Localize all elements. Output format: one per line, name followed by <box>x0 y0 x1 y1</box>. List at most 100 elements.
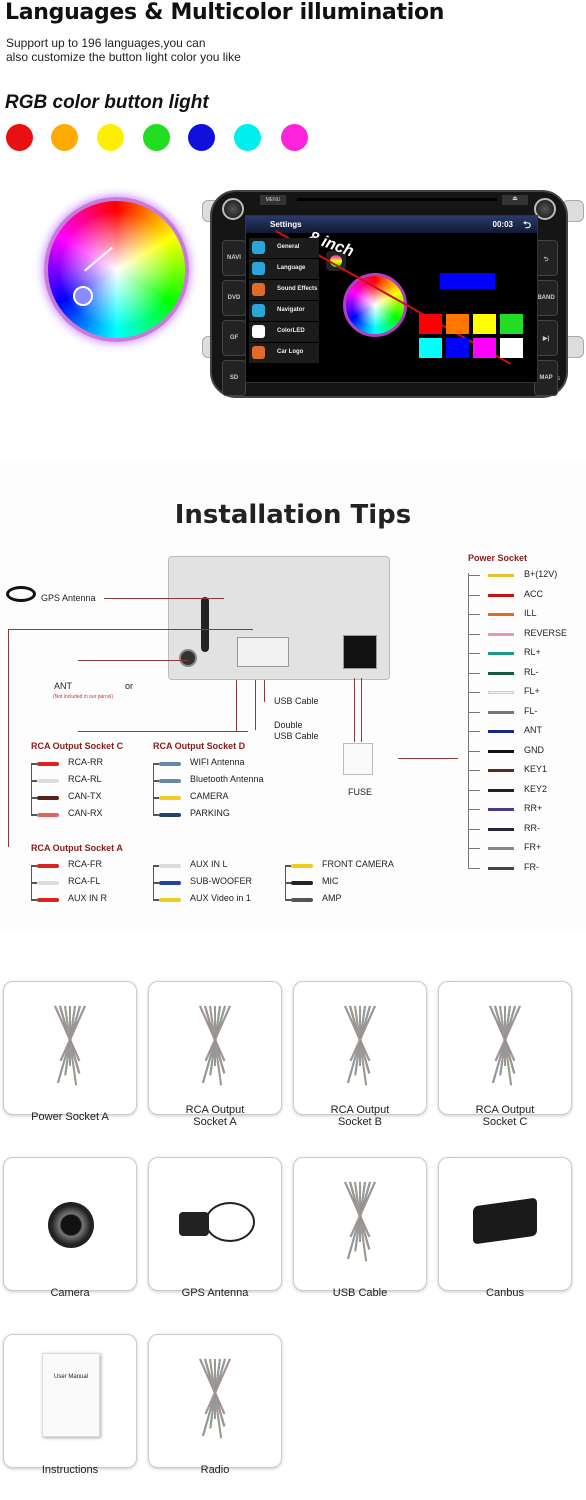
socket-a-title: RCA Output Socket A <box>31 843 123 853</box>
socket-d-title: RCA Output Socket D <box>153 741 246 751</box>
accessory-card: Canbus <box>438 1157 572 1299</box>
power-wire <box>488 593 514 597</box>
wire-plug-icon <box>37 762 59 766</box>
wire-plug-icon <box>159 881 181 885</box>
wire-harness-icon <box>34 996 108 1086</box>
power-wire-label: RL+ <box>524 647 541 657</box>
bracket-tick <box>468 633 480 635</box>
color-swatch[interactable] <box>446 314 469 334</box>
bracket-line <box>468 573 469 869</box>
connector-line <box>398 758 458 759</box>
subtitle-line-2: also customize the button light color yo… <box>6 50 241 64</box>
wire-label: AUX IN L <box>190 859 228 869</box>
menu-button[interactable]: MENU <box>260 195 286 205</box>
side-button-sd[interactable]: SD <box>222 360 246 396</box>
wire-plug-icon <box>159 813 181 817</box>
power-wire <box>488 574 514 577</box>
color-swatch[interactable] <box>473 314 496 334</box>
usb-cable-label: USB Cable <box>274 696 319 706</box>
wire-label: PARKING <box>190 808 230 818</box>
power-wire <box>488 808 514 811</box>
accessory-label: Camera <box>50 1287 90 1299</box>
manual-title: User Manual <box>42 1353 100 1437</box>
color-swatch[interactable] <box>446 338 469 358</box>
color-swatch[interactable] <box>419 338 442 358</box>
color-dot <box>188 124 215 151</box>
power-wire-label: RR+ <box>524 803 543 813</box>
power-wire-label: KEY2 <box>524 783 548 794</box>
accessory-card: RCA Output Socket A <box>148 981 282 1128</box>
bracket-tick <box>468 848 480 849</box>
menu-item-icon <box>252 346 265 359</box>
side-button-navi[interactable]: NAVI <box>222 240 246 276</box>
power-wire <box>488 847 514 850</box>
color-wheel-icon <box>44 197 189 342</box>
wire-plug-icon <box>37 779 59 783</box>
wire-label: AMP <box>322 893 342 903</box>
bracket-tick <box>468 614 480 615</box>
volume-knob[interactable] <box>222 198 244 220</box>
color-swatch[interactable] <box>500 338 523 358</box>
connector-line <box>8 629 9 847</box>
rgb-heading: RGB color button light <box>5 92 209 113</box>
accessory-label: RCA Output Socket B <box>330 1104 390 1128</box>
bracket-tick <box>468 828 480 830</box>
power-wire <box>488 671 514 675</box>
bracket-tick <box>468 692 480 693</box>
wire-plug-icon <box>37 898 59 902</box>
wire-label: RCA-RL <box>68 774 102 784</box>
accessory-label: Canbus <box>486 1287 524 1299</box>
power-wire-label: FR+ <box>524 842 542 852</box>
color-swatch[interactable] <box>500 314 523 334</box>
power-wire-label: KEY1 <box>524 764 548 774</box>
bracket-tick <box>468 809 480 810</box>
wire-plug-icon <box>291 898 313 902</box>
back-icon[interactable]: ⮌ <box>523 218 531 235</box>
color-dot <box>143 124 170 151</box>
antenna-stub <box>201 597 209 652</box>
power-wire <box>488 749 514 753</box>
bracket-tick <box>468 575 480 576</box>
page-title: Languages & Multicolor illumination <box>5 0 445 25</box>
wire-label: AUX IN R <box>68 893 108 903</box>
wire-label: RCA-RR <box>68 757 103 767</box>
radio-cable-icon <box>179 1349 253 1439</box>
wire-plug-icon <box>159 864 181 868</box>
wire-label: FRONT CAMERA <box>322 859 394 869</box>
rca-cable-icon <box>324 996 398 1086</box>
wire-label: Bluetooth Antenna <box>190 774 264 784</box>
power-wire-label: B+(12V) <box>524 569 558 579</box>
side-button-dvd[interactable]: DVD <box>222 280 246 316</box>
accessory-label: Radio <box>200 1464 230 1476</box>
subtitle-line-1: Support up to 196 languages,you can <box>6 36 206 50</box>
ant-label: ANT <box>54 681 72 691</box>
power-wire-label: ANT <box>524 725 542 735</box>
stereo-screen: Settings 00:03 ⮌ 8 inch General Language S… <box>245 215 538 383</box>
connector-line <box>236 680 237 732</box>
color-dot <box>51 124 78 151</box>
wire-plug-icon <box>159 898 181 902</box>
wire-plug-icon <box>291 881 313 885</box>
wire-plug-icon <box>37 813 59 817</box>
rca-connector <box>237 637 289 667</box>
double-usb-label-2: USB Cable <box>274 731 319 741</box>
side-button-gf[interactable]: GF <box>222 320 246 356</box>
status-time: 00:03 <box>492 220 513 229</box>
wire-label: CAMERA <box>190 791 229 801</box>
bracket-tick <box>468 750 480 752</box>
radio-antenna-port <box>179 649 197 667</box>
menu-item-icon <box>252 304 265 317</box>
menu-item-icon <box>252 283 265 296</box>
bracket-tick <box>468 731 480 732</box>
color-swatch[interactable] <box>419 314 442 334</box>
color-swatch[interactable] <box>473 338 496 358</box>
eject-button[interactable]: ⏏ <box>502 195 528 205</box>
power-wire-label: ILL <box>524 608 537 618</box>
wire-plug-icon <box>159 779 181 783</box>
connector-line <box>78 731 248 732</box>
screen-color-wheel[interactable] <box>343 273 407 337</box>
accessory-label: Instructions <box>41 1464 99 1476</box>
menu-item-icon <box>252 325 265 338</box>
double-usb-label-1: Double <box>274 720 303 730</box>
power-wire-label: FR- <box>524 861 539 872</box>
